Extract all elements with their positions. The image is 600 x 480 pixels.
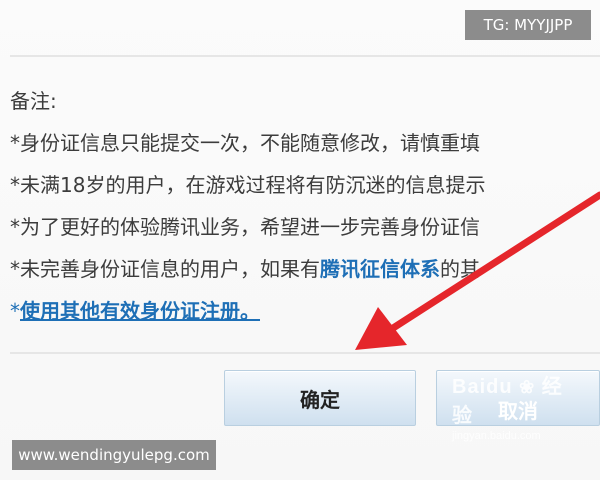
baidu-sub: jingyan.baidu.com <box>452 430 541 442</box>
other-id-register-link[interactable]: 使用其他有效身份证注册。 <box>20 299 260 323</box>
watermark-bottom: www.wendingyulepg.com <box>12 440 216 470</box>
note-line-1: *身份证信息只能提交一次，不能随意修改，请慎重填 <box>10 131 480 155</box>
notes-heading: 备注: <box>10 89 57 113</box>
note-line-2: *未满18岁的用户，在游戏过程将有防沉迷的信息提示 <box>10 173 486 197</box>
divider-top <box>10 55 600 57</box>
watermark-top: TG: MYYJJPP <box>465 10 591 40</box>
baidu-brand: Baidu <box>452 376 513 398</box>
tencent-credit-link[interactable]: 腾讯征信体系 <box>320 257 440 281</box>
notes-section: 备注: *身份证信息只能提交一次，不能随意修改，请慎重填 *未满18岁的用户，在… <box>10 80 600 332</box>
baidu-paw-icon: ❀ <box>519 377 536 397</box>
dialog-panel: 备注: *身份证信息只能提交一次，不能随意修改，请慎重填 *未满18岁的用户，在… <box>0 0 600 480</box>
confirm-button[interactable]: 确定 <box>224 370 416 426</box>
note-line-5: *使用其他有效身份证注册。 <box>10 290 600 332</box>
note-line-4-prefix: *未完善身份证信息的用户，如果有 <box>10 257 320 281</box>
note-line-4-suffix: 的其 <box>440 257 480 281</box>
baidu-watermark: Baidu ❀ 经验 jingyan.baidu.com <box>452 370 582 442</box>
note-line-5-prefix: * <box>10 299 20 323</box>
note-line-3: *为了更好的体验腾讯业务，希望进一步完善身份证信 <box>10 215 480 239</box>
note-line-4: *未完善身份证信息的用户，如果有腾讯征信体系的其 <box>10 248 600 290</box>
confirm-button-label: 确定 <box>300 387 340 412</box>
divider-bottom <box>10 352 600 354</box>
